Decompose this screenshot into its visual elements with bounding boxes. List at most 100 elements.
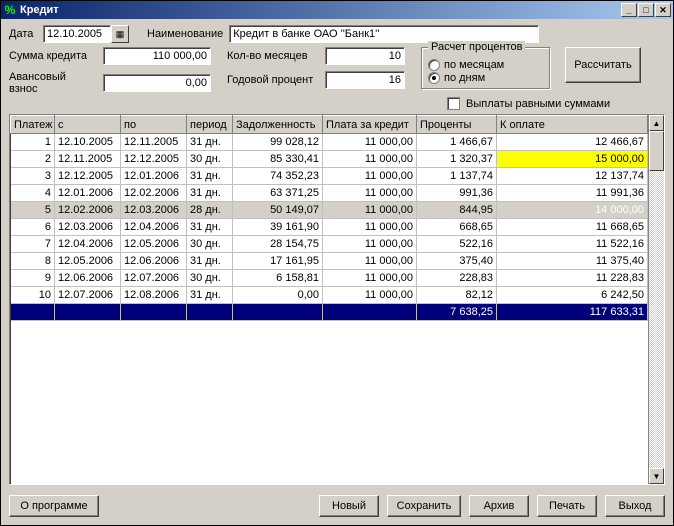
- rate-input[interactable]: [325, 71, 405, 89]
- table-row[interactable]: 312.12.200512.01.200631 дн.74 352,2311 0…: [11, 168, 648, 185]
- cell[interactable]: 30 дн.: [187, 270, 233, 287]
- cell[interactable]: 30 дн.: [187, 236, 233, 253]
- col-debt[interactable]: Задолженность: [233, 116, 323, 134]
- archive-button[interactable]: Архив: [469, 495, 529, 517]
- cell[interactable]: 12.01.2006: [55, 185, 121, 202]
- exit-button[interactable]: Выход: [605, 495, 665, 517]
- date-input[interactable]: [43, 25, 111, 43]
- cell[interactable]: 14 000,00: [497, 202, 648, 219]
- date-picker-button[interactable]: ▦: [111, 25, 129, 43]
- scroll-track[interactable]: [649, 171, 664, 468]
- cell[interactable]: 31 дн.: [187, 219, 233, 236]
- cell[interactable]: 11 228,83: [497, 270, 648, 287]
- cell[interactable]: 375,40: [417, 253, 497, 270]
- advance-input[interactable]: [103, 74, 211, 92]
- cell[interactable]: 11 991,36: [497, 185, 648, 202]
- col-period[interactable]: период: [187, 116, 233, 134]
- cell[interactable]: 3: [11, 168, 55, 185]
- table-row[interactable]: 212.11.200512.12.200530 дн.85 330,4111 0…: [11, 151, 648, 168]
- cell[interactable]: 12.12.2005: [121, 151, 187, 168]
- radio-by-months[interactable]: по месяцам: [428, 59, 544, 71]
- cell[interactable]: 39 161,90: [233, 219, 323, 236]
- table-row[interactable]: 112.10.200512.11.200531 дн.99 028,1211 0…: [11, 134, 648, 151]
- cell[interactable]: 12 466,67: [497, 134, 648, 151]
- cell[interactable]: 12.08.2006: [121, 287, 187, 304]
- amount-input[interactable]: [103, 47, 211, 65]
- cell[interactable]: 11 000,00: [323, 202, 417, 219]
- cell[interactable]: 6 158,81: [233, 270, 323, 287]
- print-button[interactable]: Печать: [537, 495, 597, 517]
- scroll-thumb[interactable]: [649, 131, 664, 171]
- close-button[interactable]: ✕: [655, 3, 671, 17]
- cell[interactable]: 11 000,00: [323, 151, 417, 168]
- months-input[interactable]: [325, 47, 405, 65]
- cell[interactable]: 1 137,74: [417, 168, 497, 185]
- cell[interactable]: 50 149,07: [233, 202, 323, 219]
- equal-payments-checkbox[interactable]: [447, 97, 460, 110]
- cell[interactable]: 11 000,00: [323, 270, 417, 287]
- cell[interactable]: 5: [11, 202, 55, 219]
- cell[interactable]: 12.07.2006: [121, 270, 187, 287]
- cell[interactable]: 10: [11, 287, 55, 304]
- cell[interactable]: 11 000,00: [323, 134, 417, 151]
- cell[interactable]: 12.01.2006: [121, 168, 187, 185]
- cell[interactable]: 31 дн.: [187, 134, 233, 151]
- cell[interactable]: 668,65: [417, 219, 497, 236]
- col-interest[interactable]: Проценты: [417, 116, 497, 134]
- table-row[interactable]: 812.05.200612.06.200631 дн.17 161,9511 0…: [11, 253, 648, 270]
- cell[interactable]: 12 137,74: [497, 168, 648, 185]
- radio-by-days[interactable]: по дням: [428, 72, 544, 84]
- cell[interactable]: 11 000,00: [323, 236, 417, 253]
- col-payment[interactable]: Платеж: [11, 116, 55, 134]
- cell[interactable]: 7: [11, 236, 55, 253]
- table-row[interactable]: 512.02.200612.03.200628 дн.50 149,0711 0…: [11, 202, 648, 219]
- cell[interactable]: 31 дн.: [187, 253, 233, 270]
- table-row[interactable]: 1012.07.200612.08.200631 дн.0,0011 000,0…: [11, 287, 648, 304]
- cell[interactable]: 28 154,75: [233, 236, 323, 253]
- cell[interactable]: 9: [11, 270, 55, 287]
- cell[interactable]: 28 дн.: [187, 202, 233, 219]
- table-row[interactable]: 712.04.200612.05.200630 дн.28 154,7511 0…: [11, 236, 648, 253]
- cell[interactable]: 12.06.2006: [121, 253, 187, 270]
- cell[interactable]: 15 000,00: [497, 151, 648, 168]
- cell[interactable]: 11 000,00: [323, 253, 417, 270]
- table-row[interactable]: 612.03.200612.04.200631 дн.39 161,9011 0…: [11, 219, 648, 236]
- cell[interactable]: 17 161,95: [233, 253, 323, 270]
- cell[interactable]: 12.04.2006: [121, 219, 187, 236]
- save-button[interactable]: Сохранить: [387, 495, 461, 517]
- cell[interactable]: 31 дн.: [187, 287, 233, 304]
- cell[interactable]: 6 242,50: [497, 287, 648, 304]
- cell[interactable]: 228,83: [417, 270, 497, 287]
- calculate-button[interactable]: Рассчитать: [565, 47, 641, 83]
- cell[interactable]: 844,95: [417, 202, 497, 219]
- cell[interactable]: 12.11.2005: [121, 134, 187, 151]
- cell[interactable]: 12.05.2006: [121, 236, 187, 253]
- cell[interactable]: 63 371,25: [233, 185, 323, 202]
- cell[interactable]: 11 668,65: [497, 219, 648, 236]
- minimize-button[interactable]: _: [621, 3, 637, 17]
- cell[interactable]: 522,16: [417, 236, 497, 253]
- cell[interactable]: 12.03.2006: [55, 219, 121, 236]
- cell[interactable]: 11 000,00: [323, 287, 417, 304]
- cell[interactable]: 99 028,12: [233, 134, 323, 151]
- cell[interactable]: 85 330,41: [233, 151, 323, 168]
- cell[interactable]: 11 000,00: [323, 168, 417, 185]
- cell[interactable]: 12.02.2006: [55, 202, 121, 219]
- cell[interactable]: 11 375,40: [497, 253, 648, 270]
- cell[interactable]: 0,00: [233, 287, 323, 304]
- cell[interactable]: 11 000,00: [323, 185, 417, 202]
- cell[interactable]: 12.10.2005: [55, 134, 121, 151]
- cell[interactable]: 4: [11, 185, 55, 202]
- about-button[interactable]: О программе: [9, 495, 99, 517]
- cell[interactable]: 1: [11, 134, 55, 151]
- cell[interactable]: 12.02.2006: [121, 185, 187, 202]
- scroll-up-button[interactable]: ▲: [649, 115, 664, 131]
- cell[interactable]: 12.04.2006: [55, 236, 121, 253]
- scroll-down-button[interactable]: ▼: [649, 468, 664, 484]
- cell[interactable]: 12.06.2006: [55, 270, 121, 287]
- table-row[interactable]: 912.06.200612.07.200630 дн.6 158,8111 00…: [11, 270, 648, 287]
- cell[interactable]: 12.07.2006: [55, 287, 121, 304]
- col-fee[interactable]: Плата за кредит: [323, 116, 417, 134]
- col-pay[interactable]: К оплате: [497, 116, 648, 134]
- col-to[interactable]: по: [121, 116, 187, 134]
